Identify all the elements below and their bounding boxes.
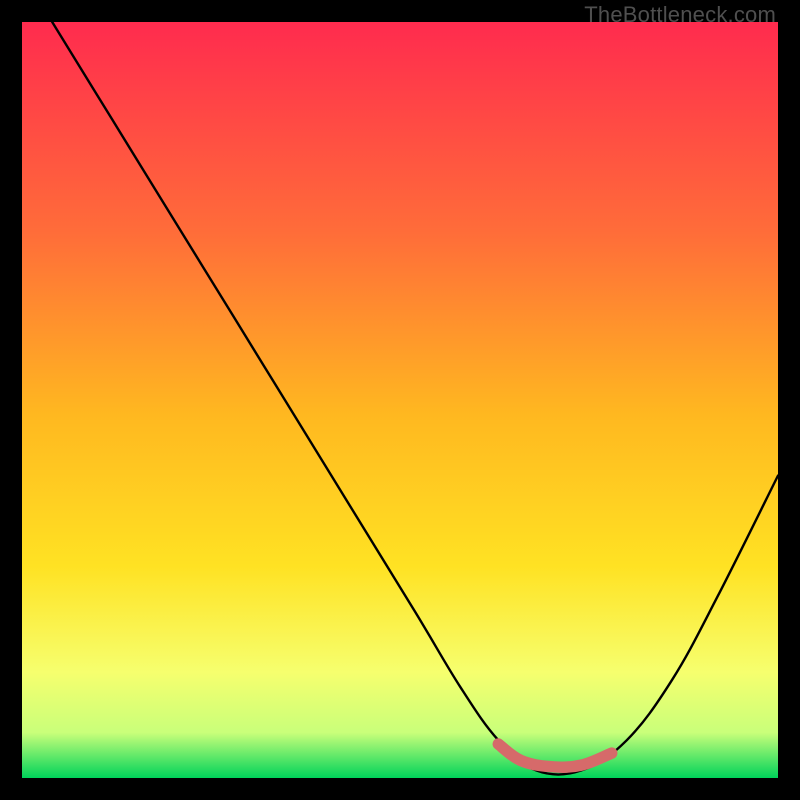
watermark-text: TheBottleneck.com (584, 2, 776, 28)
chart-svg (22, 22, 778, 778)
gradient-background (22, 22, 778, 778)
chart-frame (22, 22, 778, 778)
